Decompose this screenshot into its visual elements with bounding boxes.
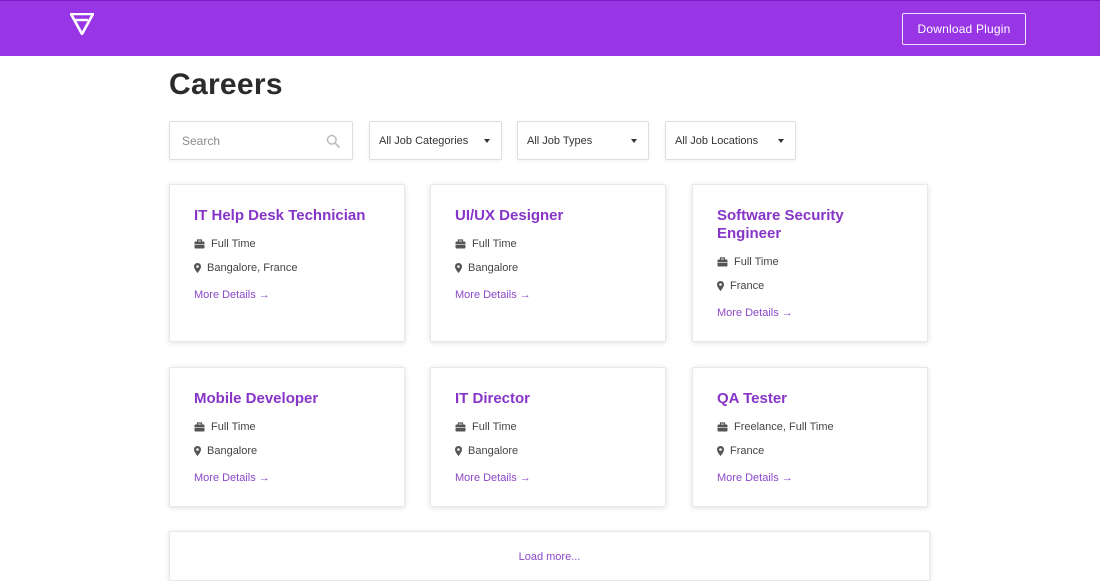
job-type-label: Freelance, Full Time [734, 421, 834, 433]
job-type-label: Full Time [734, 256, 779, 268]
job-location: France [717, 444, 907, 458]
logo-icon[interactable] [70, 13, 94, 35]
top-navbar: Download Plugin [0, 0, 1100, 56]
job-card: UI/UX Designer Full Time Bangalore More … [430, 184, 666, 342]
job-card: IT Director Full Time Bangalore More Det… [430, 367, 666, 507]
chevron-down-icon [631, 138, 637, 143]
job-location: Bangalore [194, 444, 384, 458]
page-title: Careers [169, 68, 283, 101]
download-plugin-button[interactable]: Download Plugin [902, 13, 1026, 45]
more-details-link[interactable]: More Details → [455, 289, 645, 301]
load-more-button[interactable]: Load more... [519, 551, 581, 563]
search-input[interactable] [170, 122, 332, 159]
job-type-label: Full Time [211, 238, 256, 250]
job-type: Freelance, Full Time [717, 420, 907, 434]
job-location: Bangalore [455, 261, 645, 275]
job-categories-select[interactable]: All Job Categories [369, 121, 502, 160]
briefcase-icon [717, 257, 728, 267]
map-marker-icon [194, 446, 201, 456]
job-title[interactable]: IT Director [455, 390, 645, 408]
chevron-down-icon [484, 138, 490, 143]
more-details-link[interactable]: More Details → [194, 289, 384, 301]
more-details-link[interactable]: More Details → [717, 472, 907, 484]
map-marker-icon [717, 446, 724, 456]
job-location: France [717, 279, 907, 293]
job-type-label: Full Time [472, 421, 517, 433]
job-type: Full Time [455, 237, 645, 251]
job-title[interactable]: IT Help Desk Technician [194, 207, 384, 225]
job-type-label: Full Time [472, 238, 517, 250]
job-card: QA Tester Freelance, Full Time France Mo… [692, 367, 928, 507]
job-location-label: France [730, 445, 765, 457]
job-card: Software Security Engineer Full Time Fra… [692, 184, 928, 342]
briefcase-icon [194, 239, 205, 249]
job-types-select-value: All Job Types [527, 134, 593, 147]
job-title[interactable]: UI/UX Designer [455, 207, 645, 225]
job-location-label: France [730, 280, 765, 292]
search-box [169, 121, 353, 160]
briefcase-icon [194, 422, 205, 432]
briefcase-icon [455, 239, 466, 249]
load-more-panel: Load more... [169, 531, 930, 581]
map-marker-icon [717, 281, 724, 291]
briefcase-icon [455, 422, 466, 432]
job-location-label: Bangalore [207, 445, 258, 457]
map-marker-icon [455, 446, 462, 456]
job-card: Mobile Developer Full Time Bangalore Mor… [169, 367, 405, 507]
job-locations-select-value: All Job Locations [675, 134, 759, 147]
briefcase-icon [717, 422, 728, 432]
job-title[interactable]: Mobile Developer [194, 390, 384, 408]
job-categories-select-value: All Job Categories [379, 134, 469, 147]
job-types-select[interactable]: All Job Types [517, 121, 649, 160]
job-title[interactable]: QA Tester [717, 390, 907, 408]
job-location-label: Bangalore [468, 262, 519, 274]
more-details-link[interactable]: More Details → [194, 472, 384, 484]
job-card: IT Help Desk Technician Full Time Bangal… [169, 184, 405, 342]
job-location-label: Bangalore, France [207, 262, 298, 274]
job-locations-select[interactable]: All Job Locations [665, 121, 796, 160]
job-type: Full Time [194, 420, 384, 434]
chevron-down-icon [778, 138, 784, 143]
job-type-label: Full Time [211, 421, 256, 433]
map-marker-icon [455, 263, 462, 273]
job-location-label: Bangalore [468, 445, 519, 457]
job-title[interactable]: Software Security Engineer [717, 207, 907, 243]
job-type: Full Time [194, 237, 384, 251]
more-details-link[interactable]: More Details → [455, 472, 645, 484]
map-marker-icon [194, 263, 201, 273]
job-location: Bangalore, France [194, 261, 384, 275]
more-details-link[interactable]: More Details → [717, 307, 907, 319]
job-location: Bangalore [455, 444, 645, 458]
job-type: Full Time [717, 255, 907, 269]
search-icon[interactable] [326, 134, 340, 148]
job-type: Full Time [455, 420, 645, 434]
